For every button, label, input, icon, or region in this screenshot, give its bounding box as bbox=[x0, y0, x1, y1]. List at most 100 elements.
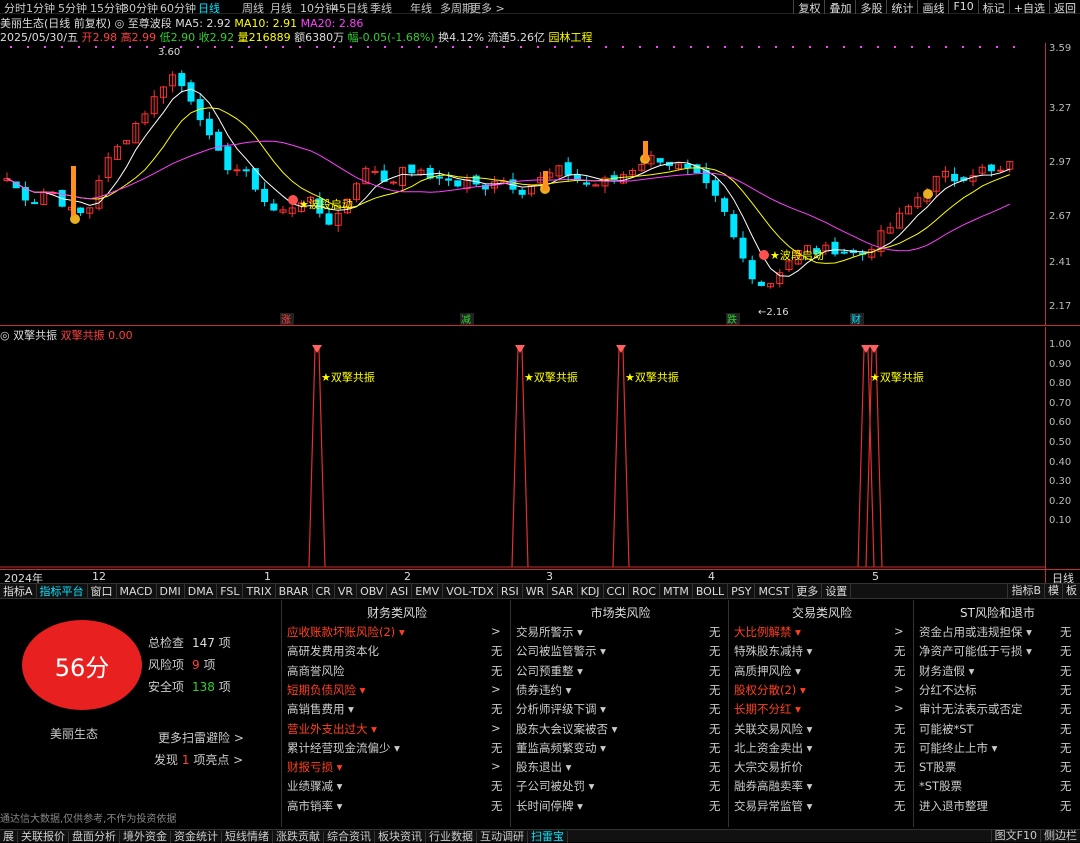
period-tab[interactable]: 60分钟 bbox=[160, 0, 196, 16]
indicator-tab[interactable]: RSI bbox=[498, 584, 523, 599]
risk-item[interactable]: ST股票 bbox=[919, 759, 956, 775]
bottom-tab[interactable]: 扫雷宝 bbox=[528, 831, 568, 843]
risk-item[interactable]: 营业外支出过大 ▾ bbox=[287, 721, 377, 737]
indicator-tab[interactable]: SAR bbox=[548, 584, 578, 599]
period-tab[interactable]: 年线 bbox=[410, 0, 432, 16]
indicator-tab[interactable]: MCST bbox=[755, 584, 794, 599]
risk-item[interactable]: *ST股票 bbox=[919, 778, 962, 794]
risk-item[interactable]: 子公司被处罚 ▾ bbox=[516, 778, 594, 794]
risk-item[interactable]: 净资产可能低于亏损 ▾ bbox=[919, 643, 1032, 659]
risk-item-value[interactable]: > bbox=[894, 682, 904, 696]
risk-item[interactable]: 可能终止上市 ▾ bbox=[919, 740, 997, 756]
indicator-tab[interactable]: FSL bbox=[217, 584, 244, 599]
indicator-tab[interactable]: OBV bbox=[357, 584, 388, 599]
indicator-tab[interactable]: 更多 bbox=[793, 584, 823, 599]
risk-item[interactable]: 业绩骤减 ▾ bbox=[287, 778, 342, 794]
period-tab[interactable]: 1分钟 bbox=[26, 0, 55, 16]
risk-item[interactable]: 股权分散(2) ▾ bbox=[734, 682, 806, 698]
risk-item[interactable]: 公司被监管警示 ▾ bbox=[516, 643, 606, 659]
risk-item[interactable]: 财报亏损 ▾ bbox=[287, 759, 342, 775]
toolbar-button[interactable]: F10 bbox=[948, 0, 977, 14]
risk-item[interactable]: 高质押风险 ▾ bbox=[734, 663, 801, 679]
bottom-tab[interactable]: 涨跌贡献 bbox=[273, 831, 324, 843]
risk-item[interactable]: 公司预重整 ▾ bbox=[516, 663, 583, 679]
indicator-tab[interactable]: PSY bbox=[728, 584, 756, 599]
risk-item[interactable]: 累计经营现金流偏少 ▾ bbox=[287, 740, 400, 756]
risk-item[interactable]: 分红不达标 bbox=[919, 682, 977, 698]
period-label[interactable]: 日线 bbox=[1045, 569, 1080, 585]
bottom-tab[interactable]: 境外资金 bbox=[120, 831, 171, 843]
bottom-tab[interactable]: 盘面分析 bbox=[69, 831, 120, 843]
indicator-tab[interactable]: ASI bbox=[387, 584, 413, 599]
indicator-tab[interactable]: MACD bbox=[117, 584, 157, 599]
bottom-tab[interactable]: 短线情绪 bbox=[222, 831, 273, 843]
bottom-tab[interactable]: 行业数据 bbox=[426, 831, 477, 843]
risk-item[interactable]: 审计无法表示或否定 bbox=[919, 701, 1023, 717]
risk-item[interactable]: 董监高频繁变动 ▾ bbox=[516, 740, 606, 756]
risk-item[interactable]: 高销售费用 ▾ bbox=[287, 701, 354, 717]
kline-chart[interactable]: 3.60 ←2.16 ★波段启动 ★波段启动涨 减 跌 财 bbox=[0, 43, 1045, 325]
risk-item-value[interactable]: > bbox=[491, 759, 501, 773]
highlight-link[interactable]: 发现 1 项亮点 > bbox=[154, 751, 243, 768]
indicator-tab[interactable]: CCI bbox=[604, 584, 630, 599]
risk-item[interactable]: 应收账款坏账风险(2) ▾ bbox=[287, 624, 405, 640]
indicator-tab[interactable]: TRIX bbox=[243, 584, 276, 599]
bottom-tab[interactable]: 展 bbox=[0, 831, 18, 843]
period-tab[interactable]: 分时 bbox=[4, 0, 26, 16]
risk-item[interactable]: 资金占用或违规担保 ▾ bbox=[919, 624, 1032, 640]
bottom-tab[interactable]: 综合资讯 bbox=[324, 831, 375, 843]
indicator-tab[interactable]: BRAR bbox=[276, 584, 313, 599]
indicator-tab[interactable]: CR bbox=[313, 584, 335, 599]
period-tab[interactable]: 季线 bbox=[370, 0, 392, 16]
risk-item-value[interactable]: > bbox=[894, 701, 904, 715]
indicator-tab[interactable]: BOLL bbox=[693, 584, 729, 599]
risk-item[interactable]: 融券高融卖率 ▾ bbox=[734, 778, 812, 794]
period-tab[interactable]: 30分钟 bbox=[122, 0, 158, 16]
risk-item[interactable]: 交易异常监管 ▾ bbox=[734, 798, 812, 814]
risk-item-value[interactable]: > bbox=[491, 721, 501, 735]
risk-item[interactable]: 北上资金卖出 ▾ bbox=[734, 740, 812, 756]
risk-item[interactable]: 大宗交易折价 bbox=[734, 759, 803, 775]
risk-item[interactable]: 高商誉风险 bbox=[287, 663, 345, 679]
period-tab[interactable]: 周线 bbox=[242, 0, 264, 16]
period-tab[interactable]: 更多 > bbox=[470, 0, 505, 16]
indicator-tab-right[interactable]: 模 bbox=[1044, 583, 1062, 598]
bottom-tab[interactable]: 互动调研 bbox=[477, 831, 528, 843]
bottom-right-tab[interactable]: 侧边栏 bbox=[1040, 830, 1080, 842]
risk-item[interactable]: 关联交易风险 ▾ bbox=[734, 721, 812, 737]
bottom-right-tab[interactable]: 图文F10 bbox=[990, 830, 1040, 842]
risk-item[interactable]: 股东退出 ▾ bbox=[516, 759, 571, 775]
indicator-tab[interactable]: VOL-TDX bbox=[443, 584, 498, 599]
period-tab[interactable]: 5分钟 bbox=[58, 0, 87, 16]
period-tab[interactable]: 15分钟 bbox=[90, 0, 126, 16]
risk-item[interactable]: 债券违约 ▾ bbox=[516, 682, 571, 698]
risk-item[interactable]: 长时间停牌 ▾ bbox=[516, 798, 583, 814]
risk-item[interactable]: 财务造假 ▾ bbox=[919, 663, 974, 679]
period-tab[interactable]: 45日线 bbox=[332, 0, 368, 16]
risk-item[interactable]: 特殊股东减持 ▾ bbox=[734, 643, 812, 659]
risk-item[interactable]: 分析师评级下调 ▾ bbox=[516, 701, 606, 717]
indicator-tab[interactable]: MTM bbox=[660, 584, 693, 599]
toolbar-button[interactable]: 多股 bbox=[855, 0, 886, 15]
bottom-tab[interactable]: 关联报价 bbox=[18, 831, 69, 843]
risk-item[interactable]: 可能被*ST bbox=[919, 721, 974, 737]
toolbar-button[interactable]: 返回 bbox=[1049, 0, 1080, 15]
period-tab[interactable]: 多周期 bbox=[440, 0, 473, 16]
indicator-tab[interactable]: KDJ bbox=[578, 584, 604, 599]
risk-item[interactable]: 交易所警示 ▾ bbox=[516, 624, 583, 640]
indicator-tab[interactable]: EMV bbox=[412, 584, 444, 599]
indicator-tab[interactable]: ROC bbox=[629, 584, 661, 599]
toolbar-button[interactable]: 统计 bbox=[886, 0, 917, 15]
period-tab[interactable]: 月线 bbox=[270, 0, 292, 16]
toolbar-button[interactable]: 叠加 bbox=[824, 0, 855, 15]
bottom-tab[interactable]: 资金统计 bbox=[171, 831, 222, 843]
toolbar-button[interactable]: 复权 bbox=[793, 0, 824, 15]
indicator-tab-right[interactable]: 指标B bbox=[1007, 583, 1044, 598]
indicator-tab[interactable]: 设置 bbox=[822, 584, 852, 599]
risk-item-value[interactable]: > bbox=[491, 624, 501, 638]
risk-item[interactable]: 股东大会议案被否 ▾ bbox=[516, 721, 617, 737]
indicator-tab[interactable]: VR bbox=[335, 584, 358, 599]
toolbar-button[interactable]: 标记 bbox=[977, 0, 1009, 15]
risk-item[interactable]: 短期负债风险 ▾ bbox=[287, 682, 365, 698]
indicator-tab[interactable]: 指标A bbox=[0, 584, 37, 599]
